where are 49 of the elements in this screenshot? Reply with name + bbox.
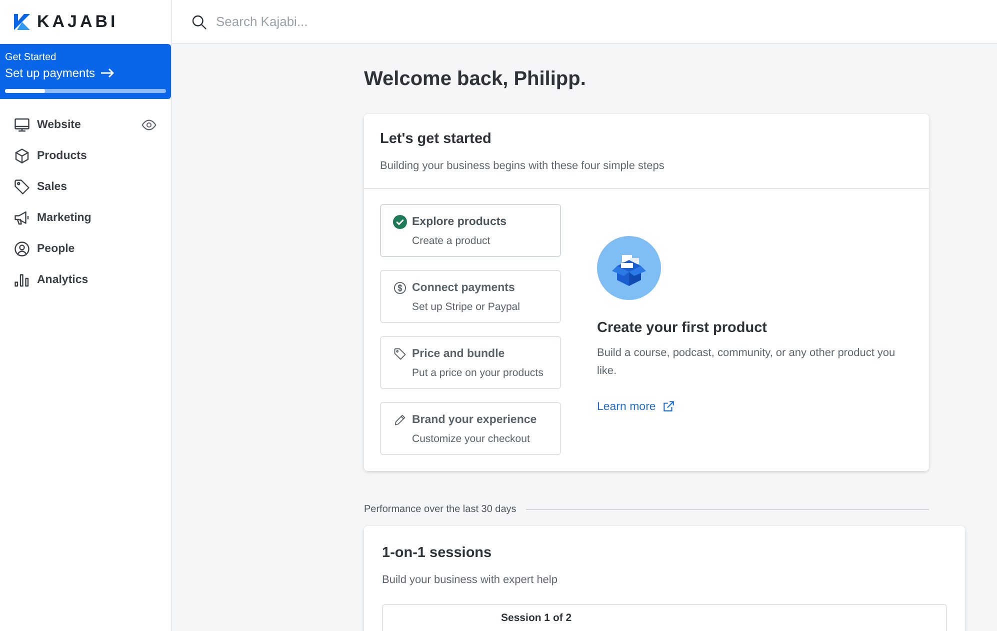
get-started-banner[interactable]: Get Started Set up payments (0, 44, 171, 99)
card-subtitle: Building your business begins with these four simple steps (380, 160, 666, 172)
step-title: Brand your experience (412, 414, 537, 426)
sidebar-item[interactable]: Marketing (0, 207, 157, 229)
step-title: Explore products (412, 216, 507, 228)
detail-title: Create your first product (597, 320, 768, 336)
step-card[interactable]: Connect payments Set up Stripe or Paypal (380, 270, 561, 323)
tag-icon (13, 178, 31, 196)
step-subtitle: Create a product (412, 235, 492, 247)
learn-more-link[interactable]: Learn more (597, 400, 675, 413)
sidebar-item[interactable]: Website (0, 114, 157, 136)
step-card[interactable]: Explore products Create a product (380, 204, 561, 257)
sidebar-item[interactable]: Sales (0, 176, 157, 198)
logo-wordmark: KAJABI (37, 12, 118, 32)
detail-description: Build a course, podcast, community, or any other product you like. (597, 346, 896, 379)
section-label: Performance over the last 30 days (364, 504, 516, 515)
step-title: Price and bundle (412, 348, 505, 360)
check-circle-icon (393, 215, 407, 229)
banner-action: Set up payments (5, 66, 114, 80)
bar-chart-icon (13, 271, 31, 289)
monitor-icon (13, 116, 31, 134)
card-title: Let's get started (380, 131, 492, 147)
search-field[interactable]: Search Kajabi... (214, 13, 518, 30)
eye-icon[interactable] (141, 117, 157, 133)
step-subtitle: Put a price on your products (412, 367, 544, 379)
page-title: Welcome back, Philipp. (364, 68, 587, 91)
card-title: 1-on-1 sessions (382, 545, 493, 561)
arrow-right-icon (101, 68, 114, 78)
sidebar-item[interactable]: Products (0, 145, 157, 167)
step-title: Connect payments (412, 282, 515, 294)
pencil-icon (393, 413, 407, 427)
sidebar-item[interactable]: Analytics (0, 269, 157, 291)
step-subtitle: Customize your checkout (412, 433, 531, 445)
step-subtitle: Set up Stripe or Paypal (412, 301, 521, 313)
step-card[interactable]: Brand your experience Customize your checkout (380, 402, 561, 455)
sidebar-item[interactable]: People (0, 238, 157, 260)
dollar-circle-icon (393, 281, 407, 295)
person-icon (13, 240, 31, 258)
external-link-icon (662, 400, 675, 413)
step-card[interactable]: Price and bundle Put a price on your products (380, 336, 561, 389)
tag-icon (393, 347, 407, 361)
logo-icon (14, 14, 30, 30)
search-icon (190, 12, 208, 30)
open-box-icon (597, 236, 661, 300)
megaphone-icon (13, 209, 31, 227)
banner-label: Get Started (5, 52, 58, 63)
cube-icon (13, 147, 31, 165)
card-subtitle: Build your business with expert help (382, 574, 558, 586)
session-counter: Session 1 of 2 (501, 612, 572, 624)
